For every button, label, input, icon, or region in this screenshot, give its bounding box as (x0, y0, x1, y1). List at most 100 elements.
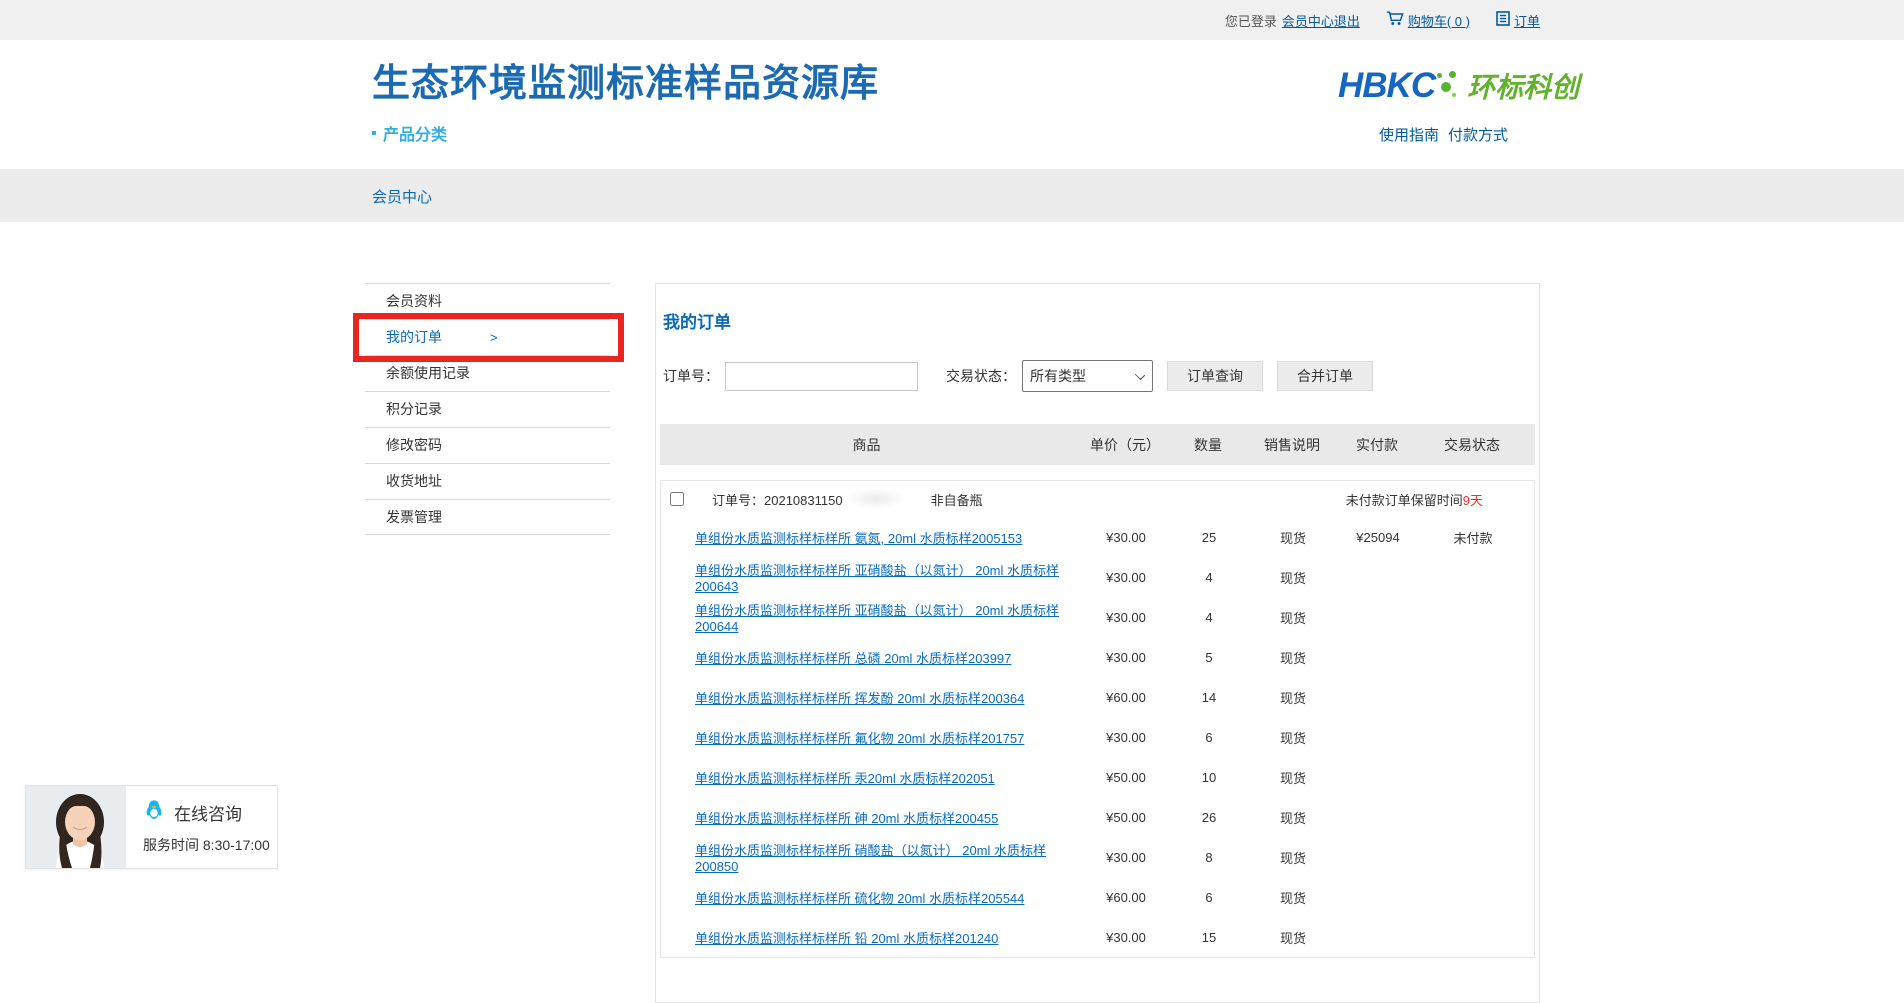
price-cell: ¥30.00 (1074, 730, 1178, 745)
orders-table: 商品 单价（元） 数量 销售说明 实付款 交易状态 订单号：2021083115… (660, 424, 1535, 958)
qq-penguin-icon (143, 799, 165, 826)
paid-cell: ¥25094 (1346, 530, 1410, 545)
sale-note-cell: 现货 (1240, 648, 1346, 667)
sale-note-cell: 现货 (1240, 928, 1346, 947)
order-filter-bar: 订单号： 交易状态： 所有类型 订单查询 合并订单 (663, 360, 1535, 392)
table-row: 单组份水质监测标样标样所 汞20ml 水质标样202051 ¥50.00 10 … (661, 757, 1534, 797)
sale-note-cell: 现货 (1240, 528, 1346, 547)
member-center-link[interactable]: 会员中心 (1282, 11, 1334, 30)
sale-note-cell: 现货 (1240, 888, 1346, 907)
product-link[interactable]: 单组份水质监测标样标样所 氨氮, 20ml 水质标样2005153 (695, 531, 1022, 546)
breadcrumb-band: 会员中心 (0, 169, 1904, 222)
col-header-product: 商品 (660, 435, 1073, 455)
price-cell: ¥30.00 (1074, 570, 1178, 585)
sidebar-item[interactable]: 余额使用记录 (365, 355, 610, 391)
order-no-label: 订单号： (663, 366, 719, 386)
status-label: 交易状态： (946, 366, 1016, 386)
sale-note-cell: 现货 (1240, 688, 1346, 707)
sidebar-item-label: 积分记录 (386, 401, 442, 417)
sidebar-item-label: 我的订单 (386, 329, 442, 345)
product-link[interactable]: 单组份水质监测标样标样所 挥发酚 20ml 水质标样200364 (695, 691, 1024, 706)
retain-time-text: 未付款订单保留时间9天 (1346, 490, 1483, 509)
sale-note-cell: 现货 (1240, 608, 1346, 627)
sidebar-item-label: 修改密码 (386, 437, 442, 453)
company-logo: HBKC 环标科创 (1338, 66, 1579, 106)
sale-note-cell: 现货 (1240, 768, 1346, 787)
price-cell: ¥50.00 (1074, 770, 1178, 785)
order-list-icon (1496, 11, 1510, 29)
qty-cell: 15 (1178, 930, 1240, 945)
chat-info: 在线咨询 服务时间 8:30-17:00 (126, 786, 270, 868)
table-row: 单组份水质监测标样标样所 硫化物 20ml 水质标样205544 ¥60.00 … (661, 877, 1534, 917)
sidebar-item-label: 发票管理 (386, 509, 442, 525)
logout-link[interactable]: 退出 (1334, 11, 1360, 30)
col-header-paid: 实付款 (1345, 435, 1409, 455)
merge-orders-button[interactable]: 合并订单 (1277, 361, 1373, 391)
sale-note-cell: 现货 (1240, 808, 1346, 827)
order-no-input[interactable] (725, 362, 918, 391)
cart-link[interactable]: 购物车( 0 ) (1408, 11, 1470, 30)
product-link[interactable]: 单组份水质监测标样标样所 亚硝酸盐（以氮计） 20ml 水质标样200643 (695, 563, 1059, 594)
product-link[interactable]: 单组份水质监测标样标样所 铅 20ml 水质标样201240 (695, 931, 998, 946)
order-select-checkbox[interactable] (670, 492, 684, 506)
sale-note-cell: 现货 (1240, 728, 1346, 747)
agent-photo (26, 786, 126, 868)
qty-cell: 8 (1178, 850, 1240, 865)
price-cell: ¥30.00 (1074, 530, 1178, 545)
order-search-button[interactable]: 订单查询 (1167, 361, 1263, 391)
redacted-blur (847, 489, 905, 509)
product-link[interactable]: 单组份水质监测标样标样所 硝酸盐（以氮计） 20ml 水质标样200850 (695, 843, 1046, 874)
price-cell: ¥50.00 (1074, 810, 1178, 825)
site-header: 生态环境监测标准样品资源库 HBKC 环标科创 产品分类 使用指南 付款方式 (0, 40, 1904, 169)
bottle-note: 非自备瓶 (931, 490, 983, 509)
page-title: 我的订单 (663, 308, 1535, 333)
sidebar-item[interactable]: 积分记录 (365, 391, 610, 427)
col-header-sale-note: 销售说明 (1239, 435, 1345, 455)
product-link[interactable]: 单组份水质监测标样标样所 汞20ml 水质标样202051 (695, 771, 995, 786)
site-title: 生态环境监测标准样品资源库 (372, 52, 879, 107)
order-no-text: 订单号：20210831150 (712, 490, 843, 509)
chat-hours: 服务时间 8:30-17:00 (143, 835, 270, 855)
sidebar-item[interactable]: 发票管理 (365, 499, 610, 535)
nav-product-category[interactable]: 产品分类 (372, 121, 447, 145)
orders-link[interactable]: 订单 (1514, 11, 1540, 30)
online-chat-widget[interactable]: 在线咨询 服务时间 8:30-17:00 (25, 785, 278, 869)
product-link[interactable]: 单组份水质监测标样标样所 硫化物 20ml 水质标样205544 (695, 891, 1024, 906)
order-header-row: 订单号：20210831150 非自备瓶 未付款订单保留时间9天 (661, 481, 1534, 517)
sale-note-cell: 现货 (1240, 568, 1346, 587)
product-link[interactable]: 单组份水质监测标样标样所 砷 20ml 水质标样200455 (695, 811, 998, 826)
table-row: 单组份水质监测标样标样所 砷 20ml 水质标样200455 ¥50.00 26… (661, 797, 1534, 837)
table-row: 单组份水质监测标样标样所 亚硝酸盐（以氮计） 20ml 水质标样200643 ¥… (661, 557, 1534, 597)
price-cell: ¥30.00 (1074, 650, 1178, 665)
col-header-price: 单价（元） (1073, 435, 1177, 455)
logged-in-text: 您已登录 (1225, 11, 1277, 30)
sidebar-item[interactable]: 收货地址 (365, 463, 610, 499)
chat-title: 在线咨询 (174, 800, 242, 825)
product-link[interactable]: 单组份水质监测标样标样所 亚硝酸盐（以氮计） 20ml 水质标样200644 (695, 603, 1059, 634)
sidebar-item[interactable]: 会员资料 (365, 283, 610, 319)
main-nav: 产品分类 (372, 121, 791, 145)
cart-icon (1386, 11, 1404, 29)
payment-method-link[interactable]: 付款方式 (1448, 124, 1508, 145)
qty-cell: 5 (1178, 650, 1240, 665)
sidebar-item-label: 会员资料 (386, 293, 442, 309)
table-row: 单组份水质监测标样标样所 铅 20ml 水质标样201240 ¥30.00 15… (661, 917, 1534, 957)
col-header-status: 交易状态 (1409, 435, 1535, 455)
breadcrumb[interactable]: 会员中心 (372, 186, 432, 207)
product-link[interactable]: 单组份水质监测标样标样所 总磷 20ml 水质标样203997 (695, 651, 1011, 666)
price-cell: ¥30.00 (1074, 850, 1178, 865)
bullet-icon (372, 131, 376, 135)
table-row: 单组份水质监测标样标样所 亚硝酸盐（以氮计） 20ml 水质标样200644 ¥… (661, 597, 1534, 637)
sale-note-cell: 现货 (1240, 848, 1346, 867)
orders-panel: 我的订单 订单号： 交易状态： 所有类型 订单查询 合并订单 商品 单价（元） … (655, 283, 1540, 1003)
guide-link[interactable]: 使用指南 (1379, 124, 1439, 145)
top-utility-bar: 您已登录 会员中心退出 购物车( 0 ) 订单 (0, 0, 1904, 40)
qty-cell: 4 (1178, 610, 1240, 625)
sidebar-item[interactable]: 修改密码 (365, 427, 610, 463)
price-cell: ¥30.00 (1074, 610, 1178, 625)
product-link[interactable]: 单组份水质监测标样标样所 氟化物 20ml 水质标样201757 (695, 731, 1024, 746)
qty-cell: 4 (1178, 570, 1240, 585)
qty-cell: 14 (1178, 690, 1240, 705)
sidebar-item[interactable]: 我的订单> (365, 319, 610, 355)
status-select[interactable]: 所有类型 (1022, 360, 1153, 392)
